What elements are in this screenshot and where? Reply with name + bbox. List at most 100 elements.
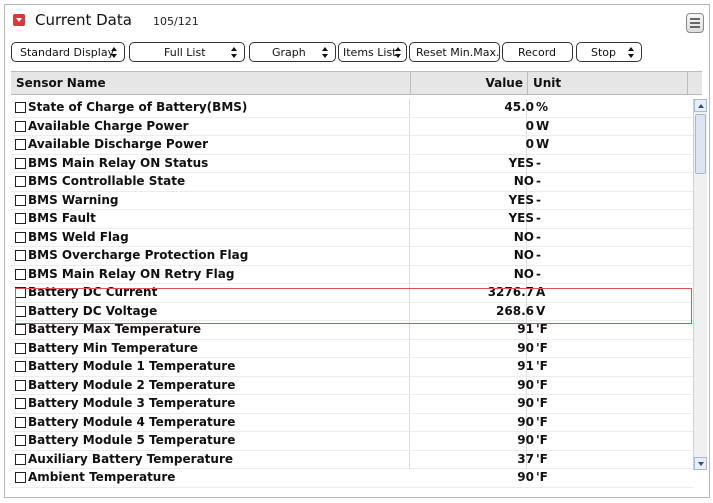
highlight-box xyxy=(15,288,692,324)
sensor-unit: 'F xyxy=(536,340,548,355)
scroll-up-icon[interactable] xyxy=(694,99,707,112)
sensor-name: Battery Max Temperature xyxy=(28,322,202,336)
updown-arrow-icon xyxy=(628,47,635,58)
table-row[interactable]: BMS Controllable State NO - xyxy=(11,173,693,192)
row-checkbox[interactable] xyxy=(15,139,26,150)
table-row[interactable]: Auxiliary Battery Temperature 37 'F xyxy=(11,451,693,469)
vertical-scrollbar[interactable] xyxy=(693,99,707,470)
record-button[interactable]: Record xyxy=(502,42,573,62)
table-row[interactable]: BMS Fault YES - xyxy=(11,210,693,229)
table-row[interactable]: Battery Module 5 Temperature 90 'F xyxy=(11,432,693,451)
graph-select[interactable]: Graph xyxy=(249,42,336,62)
sensor-name: Auxiliary Battery Temperature xyxy=(28,451,234,466)
sensor-value: 45.0 xyxy=(504,100,534,114)
items-list-label: Items List xyxy=(343,46,397,59)
updown-arrow-icon xyxy=(322,47,329,58)
sensor-name: BMS Main Relay ON Retry Flag xyxy=(28,266,235,281)
sensor-name: BMS Controllable State xyxy=(28,174,186,188)
sensor-unit: 'F xyxy=(536,470,548,484)
sensor-name: Battery Module 2 Temperature xyxy=(28,377,236,392)
row-checkbox[interactable] xyxy=(15,102,26,113)
table-row[interactable]: BMS Weld Flag NO - xyxy=(11,229,693,247)
row-checkbox[interactable] xyxy=(15,213,26,224)
table-row[interactable]: BMS Main Relay ON Status YES - xyxy=(11,155,693,173)
menu-icon[interactable] xyxy=(686,13,704,33)
list-mode-label: Full List xyxy=(164,46,206,59)
sensor-unit: 'F xyxy=(536,359,548,373)
sensor-value: 37 xyxy=(517,451,534,466)
row-checkbox[interactable] xyxy=(15,194,26,206)
table-row[interactable]: Available Discharge Power 0 W xyxy=(11,136,693,155)
sensor-unit: - xyxy=(536,192,541,207)
sensor-name: Available Charge Power xyxy=(28,118,189,133)
sensor-unit: - xyxy=(536,174,541,188)
row-checkbox[interactable] xyxy=(15,157,26,169)
row-checkbox[interactable] xyxy=(15,342,26,354)
table-row[interactable]: Battery Module 3 Temperature 90 'F xyxy=(11,395,693,414)
row-checkbox[interactable] xyxy=(15,231,26,243)
sensor-unit: 'F xyxy=(536,377,548,392)
sensor-name: State of Charge of Battery(BMS) xyxy=(28,100,248,114)
row-checkbox[interactable] xyxy=(15,324,26,335)
column-header-value[interactable]: Value xyxy=(411,72,528,94)
sensor-unit: 'F xyxy=(536,451,548,466)
table-row[interactable]: Battery Module 1 Temperature 91 'F xyxy=(11,358,693,377)
reset-label: Reset Min.Max. xyxy=(416,46,500,59)
scroll-down-icon[interactable] xyxy=(694,457,707,470)
sensor-name: Ambient Temperature xyxy=(28,470,176,484)
sensor-value: YES xyxy=(508,192,534,207)
row-checkbox[interactable] xyxy=(15,435,26,446)
updown-arrow-icon xyxy=(231,47,238,58)
sensor-unit: - xyxy=(536,155,541,170)
toolbar: Standard Display Full List Graph Items L… xyxy=(5,41,709,67)
dropdown-icon[interactable] xyxy=(13,14,25,26)
sensor-value: NO xyxy=(513,174,534,188)
table-row[interactable]: Battery Module 2 Temperature 90 'F xyxy=(11,377,693,395)
sensor-unit: W xyxy=(536,118,550,133)
table-row[interactable]: Battery Min Temperature 90 'F xyxy=(11,340,693,358)
sensor-value: 90 xyxy=(517,470,534,484)
items-list-select[interactable]: Items List xyxy=(338,42,407,62)
row-checkbox[interactable] xyxy=(15,268,26,280)
table-row[interactable]: BMS Main Relay ON Retry Flag NO - xyxy=(11,266,693,284)
row-checkbox[interactable] xyxy=(15,120,26,132)
sensor-name: Battery Module 3 Temperature xyxy=(28,396,236,410)
sensor-name: BMS Warning xyxy=(28,192,119,207)
row-checkbox[interactable] xyxy=(15,379,26,391)
sensor-unit: - xyxy=(536,229,541,244)
sensor-value: 90 xyxy=(517,414,534,429)
sensor-name: Battery Module 4 Temperature xyxy=(28,414,236,429)
row-checkbox[interactable] xyxy=(15,416,26,428)
row-checkbox[interactable] xyxy=(15,361,26,372)
sensor-name: BMS Weld Flag xyxy=(28,229,129,244)
row-checkbox[interactable] xyxy=(15,472,26,483)
sensor-name: Battery Module 1 Temperature xyxy=(28,359,236,373)
display-mode-select[interactable]: Standard Display xyxy=(11,42,125,62)
row-checkbox[interactable] xyxy=(15,176,26,187)
table-row[interactable]: Ambient Temperature 90 'F xyxy=(11,469,693,488)
table-row[interactable]: State of Charge of Battery(BMS) 45.0% xyxy=(11,99,693,118)
table-row[interactable]: Battery Module 4 Temperature 90 'F xyxy=(11,414,693,432)
sensor-name: Available Discharge Power xyxy=(28,137,209,151)
updown-arrow-icon xyxy=(111,47,118,58)
scroll-thumb[interactable] xyxy=(695,114,706,174)
sensor-value: 90 xyxy=(517,433,534,447)
column-header-sensor-name[interactable]: Sensor Name xyxy=(11,72,411,94)
column-header-unit[interactable]: Unit xyxy=(528,72,688,94)
table-row[interactable]: BMS Warning YES - xyxy=(11,192,693,210)
table-row[interactable]: Available Charge Power 0 W xyxy=(11,118,693,136)
list-mode-select[interactable]: Full List xyxy=(129,42,245,62)
row-checkbox[interactable] xyxy=(15,453,26,465)
row-checkbox[interactable] xyxy=(15,398,26,409)
stop-select[interactable]: Stop xyxy=(576,42,642,62)
reset-min-max-button[interactable]: Reset Min.Max. xyxy=(409,42,500,62)
sensor-unit: 'F xyxy=(536,396,548,410)
sensor-unit: - xyxy=(536,248,541,262)
sensor-value: NO xyxy=(513,229,534,244)
current-data-window: Current Data 105/121 Standard Display Fu… xyxy=(4,4,710,498)
sensor-unit: - xyxy=(536,266,541,281)
table-row[interactable]: BMS Overcharge Protection Flag NO - xyxy=(11,247,693,266)
row-checkbox[interactable] xyxy=(15,250,26,261)
sensor-value: YES xyxy=(508,155,534,170)
window-title: Current Data xyxy=(35,11,132,29)
